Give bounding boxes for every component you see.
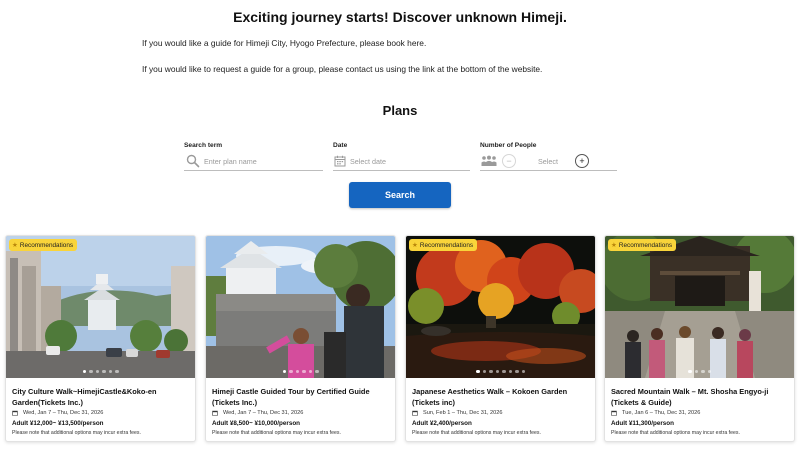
- plan-image[interactable]: ★ Recommendations: [605, 236, 794, 378]
- people-value: Select: [538, 156, 558, 166]
- badge-label: Recommendations: [419, 241, 474, 249]
- date-picker[interactable]: Select date: [333, 152, 470, 171]
- badge-label: Recommendations: [618, 241, 673, 249]
- plan-price: Adult ¥8,500~ ¥10,000/person: [212, 420, 301, 427]
- carousel-dots[interactable]: [605, 369, 794, 373]
- search-input-placeholder: Enter plan name: [204, 156, 257, 166]
- plan-image[interactable]: ★ Recommendations: [406, 236, 595, 378]
- plan-note: Please note that additional options may …: [611, 430, 740, 436]
- plan-price: Adult ¥12,000~ ¥13,500/person: [12, 420, 104, 427]
- plans-heading: Plans: [382, 103, 418, 118]
- plan-note: Please note that additional options may …: [212, 430, 341, 436]
- plan-date: Sun, Feb 1 – Thu, Dec 31, 2026: [412, 410, 503, 416]
- increase-people-button[interactable]: +: [575, 154, 589, 168]
- plan-price: Adult ¥11,300/person: [611, 420, 674, 427]
- calendar-icon: [611, 410, 617, 416]
- plan-date: Tue, Jan 6 – Thu, Dec 31, 2026: [611, 410, 700, 416]
- search-input[interactable]: Enter plan name: [184, 152, 323, 171]
- search-term-label: Search term: [184, 142, 223, 149]
- search-icon: [186, 154, 200, 168]
- plan-note: Please note that additional options may …: [12, 430, 141, 436]
- plan-date-text: Wed, Jan 7 – Thu, Dec 31, 2026: [223, 410, 304, 416]
- plan-title[interactable]: Japanese Aesthetics Walk – Kokoen Garden…: [412, 386, 589, 408]
- night-garden-image: [406, 236, 595, 378]
- people-icon: [481, 155, 497, 166]
- guide-tour-image: [206, 236, 395, 378]
- recommendation-badge: ★ Recommendations: [409, 239, 478, 251]
- calendar-icon: [412, 410, 418, 416]
- star-icon: ★: [12, 242, 18, 249]
- date-placeholder: Select date: [350, 156, 386, 166]
- carousel-dots[interactable]: [6, 369, 195, 373]
- plan-price: Adult ¥2,400/person: [412, 420, 472, 427]
- temple-visit-image: [605, 236, 794, 378]
- page-title: Exciting journey starts! Discover unknow…: [233, 9, 567, 25]
- calendar-icon: [12, 410, 18, 416]
- plan-card-city-culture-walk[interactable]: ★ Recommendations City Culture Walk~Himej…: [5, 235, 196, 442]
- star-icon: ★: [412, 242, 418, 249]
- plan-title[interactable]: City Culture Walk~HimejiCastle&Koko-en G…: [12, 386, 189, 408]
- intro-group-text: If you would like to request a guide for…: [142, 64, 543, 74]
- plan-card-castle-guided-tour[interactable]: Himeji Castle Guided Tour by Certified G…: [205, 235, 396, 442]
- plan-title[interactable]: Sacred Mountain Walk – Mt. Shosha Engyo-…: [611, 386, 788, 408]
- calendar-icon: [334, 155, 346, 167]
- plan-card-sacred-mountain-walk[interactable]: ★ Recommendations Sacred Mountain Walk – …: [604, 235, 795, 442]
- date-label: Date: [333, 142, 348, 149]
- date-field: Date Select date: [333, 142, 470, 172]
- people-stepper: − Select +: [480, 152, 617, 171]
- plan-date-text: Sun, Feb 1 – Thu, Dec 31, 2026: [423, 410, 503, 416]
- people-label: Number of People: [480, 142, 537, 149]
- recommendation-badge: ★ Recommendations: [9, 239, 78, 251]
- people-field: Number of People − Select +: [480, 142, 617, 172]
- search-button[interactable]: Search: [349, 182, 451, 208]
- carousel-dots[interactable]: [406, 369, 595, 373]
- calendar-icon: [212, 410, 218, 416]
- plan-date: Wed, Jan 7 – Thu, Dec 31, 2026: [12, 410, 103, 416]
- castle-street-image: [6, 236, 195, 378]
- plan-image[interactable]: [206, 236, 395, 378]
- plan-date-text: Tue, Jan 6 – Thu, Dec 31, 2026: [622, 410, 701, 416]
- search-term-field: Search term Enter plan name: [184, 142, 323, 172]
- plan-title[interactable]: Himeji Castle Guided Tour by Certified G…: [212, 386, 389, 408]
- carousel-dots[interactable]: [206, 369, 395, 373]
- intro-guide-text: If you would like a guide for Himeji Cit…: [142, 38, 427, 48]
- decrease-people-button[interactable]: −: [502, 154, 516, 168]
- plan-date: Wed, Jan 7 – Thu, Dec 31, 2026: [212, 410, 303, 416]
- badge-label: Recommendations: [19, 241, 74, 249]
- plan-note: Please note that additional options may …: [412, 430, 541, 436]
- plan-image[interactable]: ★ Recommendations: [6, 236, 195, 378]
- plan-card-japanese-aesthetics-walk[interactable]: ★ Recommendations Japanese Aesthetics Wal…: [405, 235, 596, 442]
- plan-date-text: Wed, Jan 7 – Thu, Dec 31, 2026: [23, 410, 104, 416]
- star-icon: ★: [611, 242, 617, 249]
- recommendation-badge: ★ Recommendations: [608, 239, 677, 251]
